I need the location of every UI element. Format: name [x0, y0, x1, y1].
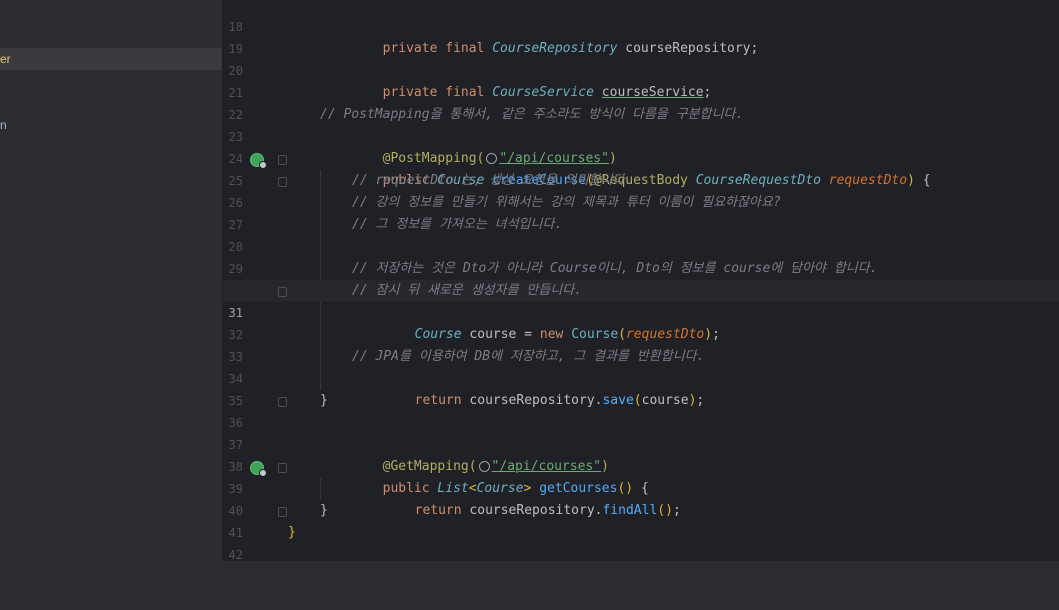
- code-line: 32 Course course = new Course(requestDto…: [223, 302, 1059, 342]
- code-line: 27 // 강의 정보를 만들기 위해서는 강의 제목과 튜터 이름이 필요하잖…: [223, 192, 1059, 232]
- code-line: 18: [223, 0, 1059, 34]
- punctuation: }: [288, 525, 296, 540]
- code-line: 40 return courseRepository.findAll();: [223, 478, 1059, 518]
- code-line: 34 // JPA를 이용하여 DB에 저장하고, 그 결과를 반환합니다.: [223, 346, 1059, 386]
- spring-bean-icon[interactable]: [250, 461, 267, 477]
- code-line: 19 private final CourseRepository course…: [223, 16, 1059, 56]
- code-line: 28 // 그 정보를 가져오는 녀석입니다.: [223, 214, 1059, 254]
- sidebar-item-label: er: [0, 52, 11, 66]
- comment: // requestDto 는, 생성 요청을 의미합니다.: [352, 173, 633, 188]
- code-line: 24 @PostMapping("/api/courses"): [223, 126, 1059, 166]
- comment: // 잠시 뒤 새로운 생성자를 만듭니다.: [352, 283, 583, 298]
- fold-icon[interactable]: [278, 287, 287, 297]
- sidebar-item-label: n: [0, 118, 7, 132]
- code-line: 38 @GetMapping("/api/courses"): [223, 434, 1059, 474]
- code-line: 26 // requestDto 는, 생성 요청을 의미합니다.: [223, 170, 1059, 210]
- code-line: 37: [223, 412, 1059, 452]
- code-line: 29: [223, 236, 1059, 276]
- comment: // PostMapping을 통해서, 같은 주소라도 방식이 다름을 구분합…: [320, 107, 744, 122]
- code-line: 23 // PostMapping을 통해서, 같은 주소라도 방식이 다름을 …: [223, 104, 1059, 144]
- code-line: 39 public List<Course> getCourses() {: [223, 456, 1059, 496]
- fold-icon[interactable]: [278, 155, 287, 165]
- comment: // JPA를 이용하여 DB에 저장하고, 그 결과를 반환합니다.: [352, 349, 705, 364]
- fold-icon[interactable]: [278, 177, 287, 187]
- comment: // 그 정보를 가져오는 녀석입니다.: [352, 217, 563, 232]
- comment: // 강의 정보를 만들기 위해서는 강의 제목과 튜터 이름이 필요하잖아요?: [352, 195, 781, 210]
- code-line: 35 return courseRepository.save(course);: [223, 368, 1059, 408]
- code-line: 22: [223, 82, 1059, 122]
- code-line: 20: [223, 38, 1059, 78]
- punctuation: }: [320, 503, 328, 518]
- fold-icon[interactable]: [278, 397, 287, 407]
- code-line: 41 }: [223, 500, 1059, 540]
- spring-bean-icon[interactable]: [250, 153, 267, 169]
- code-line-current: 31 // 잠시 뒤 새로운 생성자를 만듭니다.: [223, 280, 1059, 320]
- code-line: 36 }: [223, 390, 1059, 430]
- fold-icon[interactable]: [278, 507, 287, 517]
- sidebar-item-n[interactable]: n: [0, 114, 222, 136]
- code-line: 42 }: [223, 522, 1059, 562]
- code-editor[interactable]: 18 19 private final CourseRepository cou…: [223, 0, 1059, 562]
- code-line: 30 // 저장하는 것은 Dto가 아니라 Course이니, Dto의 정보…: [223, 258, 1059, 298]
- project-sidebar: er n: [0, 0, 223, 561]
- punctuation: }: [320, 393, 328, 408]
- code-line: 33: [223, 324, 1059, 364]
- line-number: 42: [228, 548, 243, 562]
- ide-window: er n 18 19 private final CourseRepositor…: [0, 0, 1059, 562]
- code-line: 21 private final CourseService courseSer…: [223, 60, 1059, 100]
- sidebar-item-controller[interactable]: er: [0, 48, 222, 70]
- fold-icon[interactable]: [278, 463, 287, 473]
- comment: // 저장하는 것은 Dto가 아니라 Course이니, Dto의 정보를 c…: [352, 261, 878, 276]
- code-line: 25 public Course createCourse(@RequestBo…: [223, 148, 1059, 188]
